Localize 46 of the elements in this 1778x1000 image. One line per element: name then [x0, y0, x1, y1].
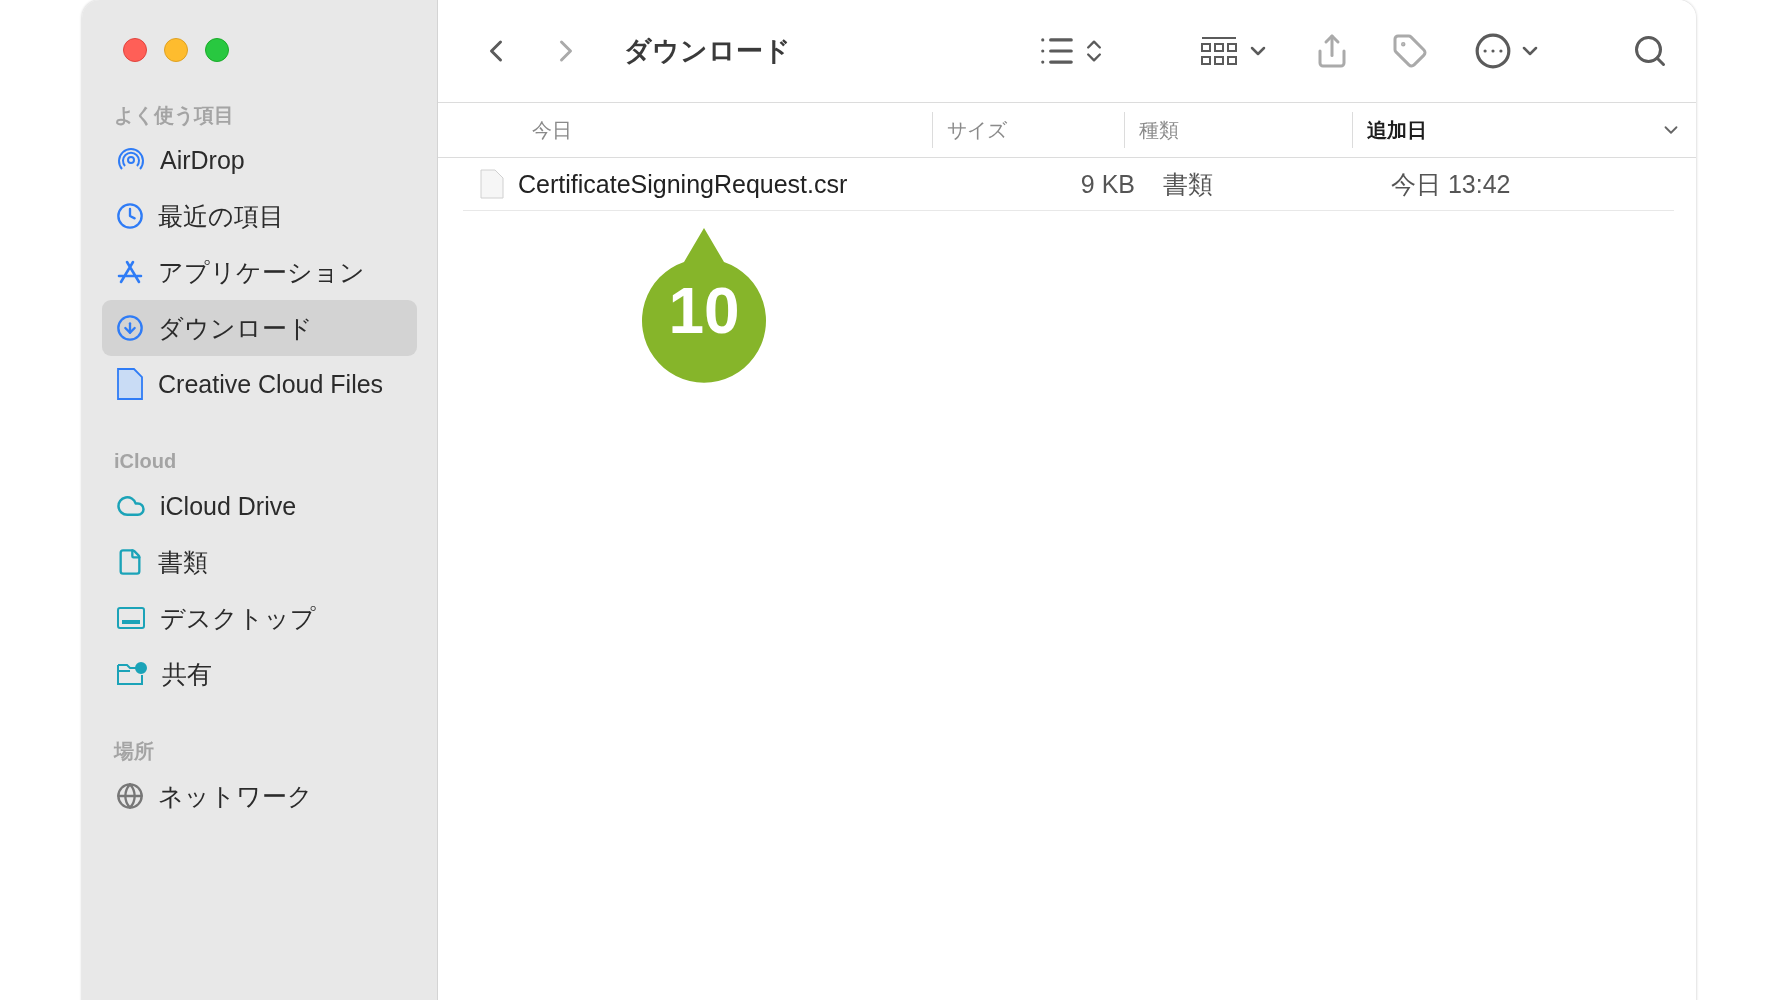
grid-icon[interactable] — [1200, 34, 1238, 68]
more-icon[interactable] — [1474, 32, 1512, 70]
sidebar-item-label: 書類 — [158, 546, 208, 578]
column-header[interactable]: 種類 — [1124, 112, 1352, 148]
clock-icon — [116, 202, 144, 230]
globe-icon — [116, 782, 144, 810]
sidebar-item[interactable]: iCloud Drive — [102, 478, 417, 534]
sidebar-item[interactable]: ネットワーク — [102, 768, 417, 824]
sidebar-item[interactable]: 共有 — [102, 646, 417, 702]
column-header[interactable]: 今日 — [438, 112, 932, 148]
sidebar-item-label: iCloud Drive — [160, 491, 297, 521]
callout-badge: 10 — [640, 226, 768, 386]
sidebar-item-label: ダウンロード — [158, 312, 313, 344]
sidebar-heading: よく使う項目 — [113, 102, 235, 128]
file-kind: 書類 — [1162, 168, 1214, 200]
sidebar-item-label: 共有 — [162, 658, 212, 690]
sidebar-item-label: Creative Cloud Files — [158, 369, 384, 399]
sidebar-item-label: デスクトップ — [160, 602, 316, 634]
sidebar-item-label: 最近の項目 — [158, 200, 284, 232]
close-button[interactable] — [123, 38, 147, 62]
sidebar-item[interactable]: 最近の項目 — [102, 188, 417, 244]
desktop-icon — [116, 605, 146, 631]
sidebar-item[interactable]: デスクトップ — [102, 590, 417, 646]
app-store-icon — [116, 258, 144, 286]
file-name: CertificateSigningRequest.csr — [518, 169, 848, 199]
file-date: 今日 13:42 — [1390, 168, 1512, 200]
column-header[interactable]: 追加日 — [1352, 112, 1696, 148]
sidebar-item[interactable]: Creative Cloud Files — [102, 356, 417, 412]
file-icon — [116, 367, 144, 401]
file-size: 9 KB — [1079, 169, 1136, 199]
search-icon[interactable] — [1632, 33, 1668, 69]
file-row[interactable]: CertificateSigningRequest.csr 9 KB 書類 今日 13:42 — [463, 158, 1674, 211]
sidebar-item-label: AirDrop — [160, 145, 245, 175]
sidebar-item[interactable]: 書類 — [102, 534, 417, 590]
column-header[interactable]: サイズ — [932, 112, 1124, 148]
sidebar-item[interactable]: ダウンロード — [102, 300, 417, 356]
sidebar-item-label: ネットワーク — [158, 780, 313, 812]
file-icon — [480, 169, 504, 199]
window-title: ダウンロード — [624, 35, 791, 68]
sidebar-heading: iCloud — [113, 448, 178, 474]
sidebar-heading: 場所 — [112, 738, 155, 764]
sidebar-item[interactable]: AirDrop — [102, 132, 417, 188]
sidebar-item-label: アプリケーション — [158, 256, 365, 288]
sidebar-item[interactable]: アプリケーション — [102, 244, 417, 300]
shared-folder-icon — [116, 661, 148, 687]
download-icon — [116, 314, 144, 342]
